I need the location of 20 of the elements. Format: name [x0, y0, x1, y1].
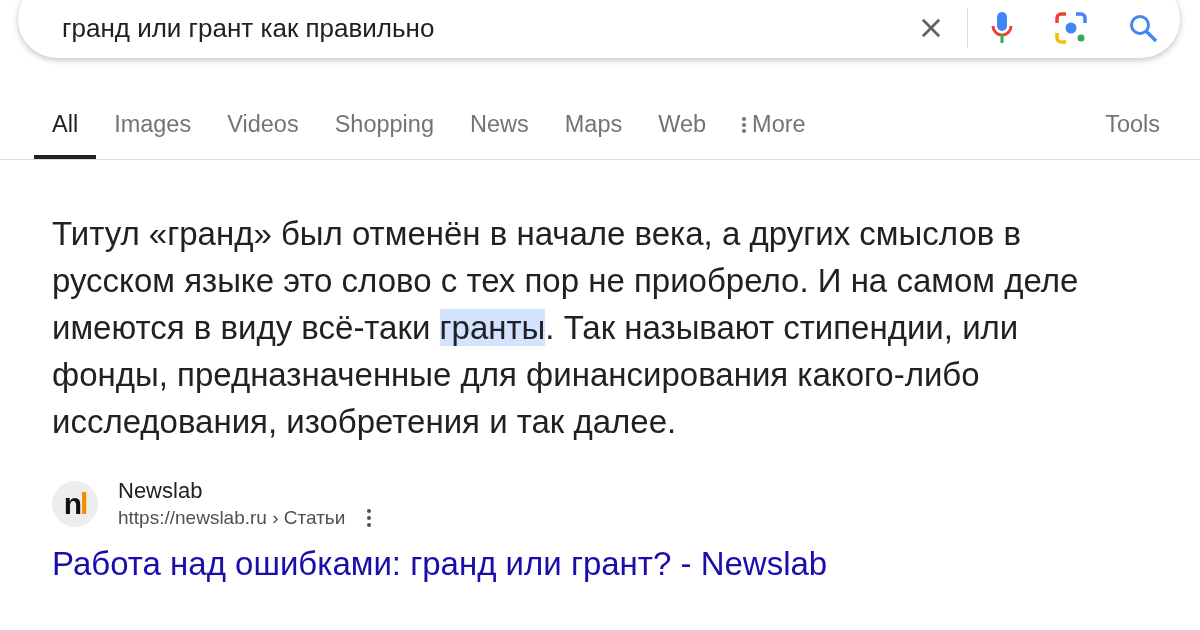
- site-name: Newslab: [118, 477, 204, 505]
- more-vertical-icon[interactable]: [367, 508, 372, 528]
- tools-button[interactable]: Tools: [1087, 111, 1178, 159]
- tab[interactable]: Images: [96, 111, 210, 159]
- microphone-icon[interactable]: [990, 11, 1014, 45]
- tab[interactable]: Maps: [546, 111, 641, 159]
- camera-lens-icon[interactable]: [1054, 11, 1088, 45]
- more-menu[interactable]: More: [724, 111, 824, 159]
- tab[interactable]: Videos: [209, 111, 317, 159]
- tab[interactable]: Shopping: [316, 111, 452, 159]
- tab[interactable]: Web: [640, 111, 725, 159]
- site-logo: nl: [52, 481, 98, 527]
- site-url: https://newslab.ru › Статьи: [118, 506, 346, 530]
- result-link[interactable]: Работа над ошибками: гранд или грант? - Newslab: [52, 545, 828, 583]
- search-icon[interactable]: [1128, 13, 1158, 43]
- search-field[interactable]: гранд или грант как правильно: [62, 12, 917, 44]
- answer-paragraph: Титул «гранд» был отменён в начале века, а других смыслов в русском языке это слово с тех пор не приобрело. И на самом деле имеются в виду всё-таки гранты. Так называют стипендии, или фонды, предназначенные для финансирования какого-либо исследования, изобретения и так далее.: [52, 214, 1080, 442]
- tab[interactable]: News: [451, 111, 547, 159]
- more-vertical-icon: [742, 115, 747, 134]
- tab[interactable]: All: [34, 111, 97, 159]
